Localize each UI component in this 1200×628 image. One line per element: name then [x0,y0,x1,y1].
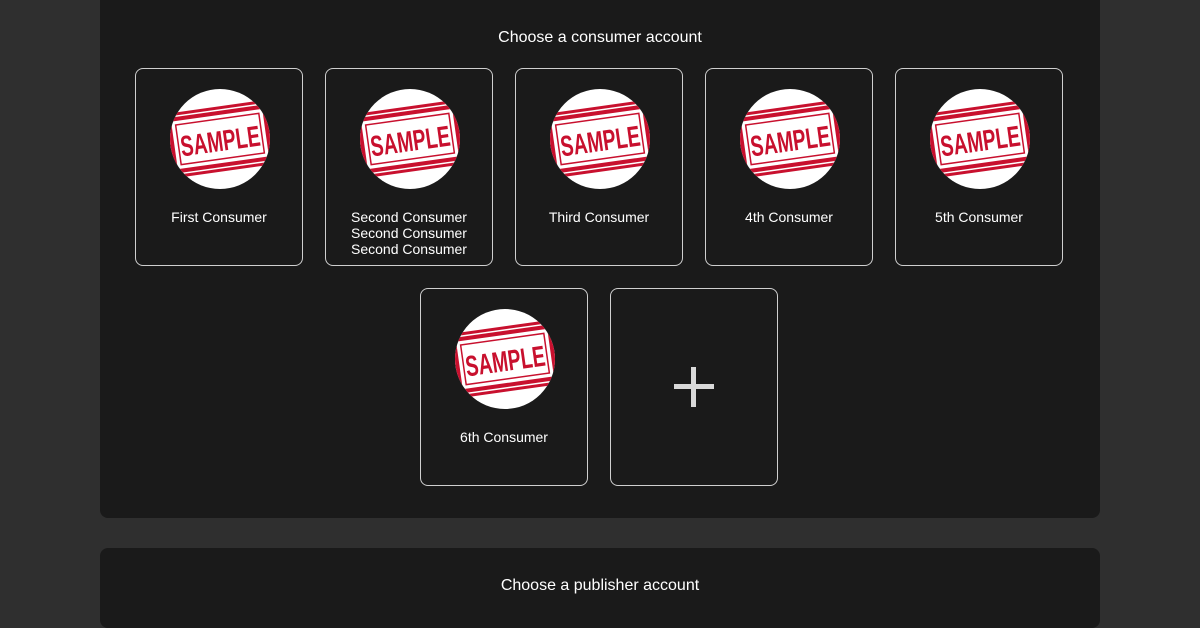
consumer-card-6[interactable]: SAMPLE 6th Consumer [420,288,588,486]
consumer-card-label: 4th Consumer [745,209,833,225]
svg-text:SAMPLE: SAMPLE [464,341,548,384]
svg-text:SAMPLE: SAMPLE [559,121,643,164]
sample-stamp-icon: SAMPLE [930,89,1030,189]
consumer-account-panel: Choose a consumer account SAMPLE First C… [100,0,1100,518]
svg-text:SAMPLE: SAMPLE [749,121,833,164]
consumer-card-label: 5th Consumer [935,209,1023,225]
consumer-card-label: 6th Consumer [460,429,548,445]
svg-text:SAMPLE: SAMPLE [179,121,263,164]
sample-stamp-icon: SAMPLE [740,89,840,189]
sample-stamp-icon: SAMPLE [170,89,270,189]
consumer-card-label: Third Consumer [548,209,650,225]
svg-text:SAMPLE: SAMPLE [369,121,453,164]
consumer-card-label: Second Consumer Second Consumer Second C… [351,209,467,257]
consumer-card-1[interactable]: SAMPLE First Consumer [135,68,303,266]
plus-icon [611,289,777,485]
svg-text:SAMPLE: SAMPLE [939,121,1023,164]
consumer-card-2[interactable]: SAMPLE Second Consumer Second Consumer S… [325,68,493,266]
consumer-card-5[interactable]: SAMPLE 5th Consumer [895,68,1063,266]
sample-stamp-icon: SAMPLE [360,89,460,189]
sample-stamp-icon: SAMPLE [550,89,650,189]
consumer-card-label: First Consumer [171,209,267,225]
publisher-panel-title: Choose a publisher account [500,577,700,594]
consumer-panel-title: Choose a consumer account [498,29,702,46]
consumer-card-3[interactable]: SAMPLE Third Consumer [515,68,683,266]
add-consumer-button[interactable] [610,288,778,486]
consumer-card-4[interactable]: SAMPLE 4th Consumer [705,68,873,266]
sample-stamp-icon: SAMPLE [455,309,555,409]
publisher-account-panel: Choose a publisher account [100,548,1100,628]
